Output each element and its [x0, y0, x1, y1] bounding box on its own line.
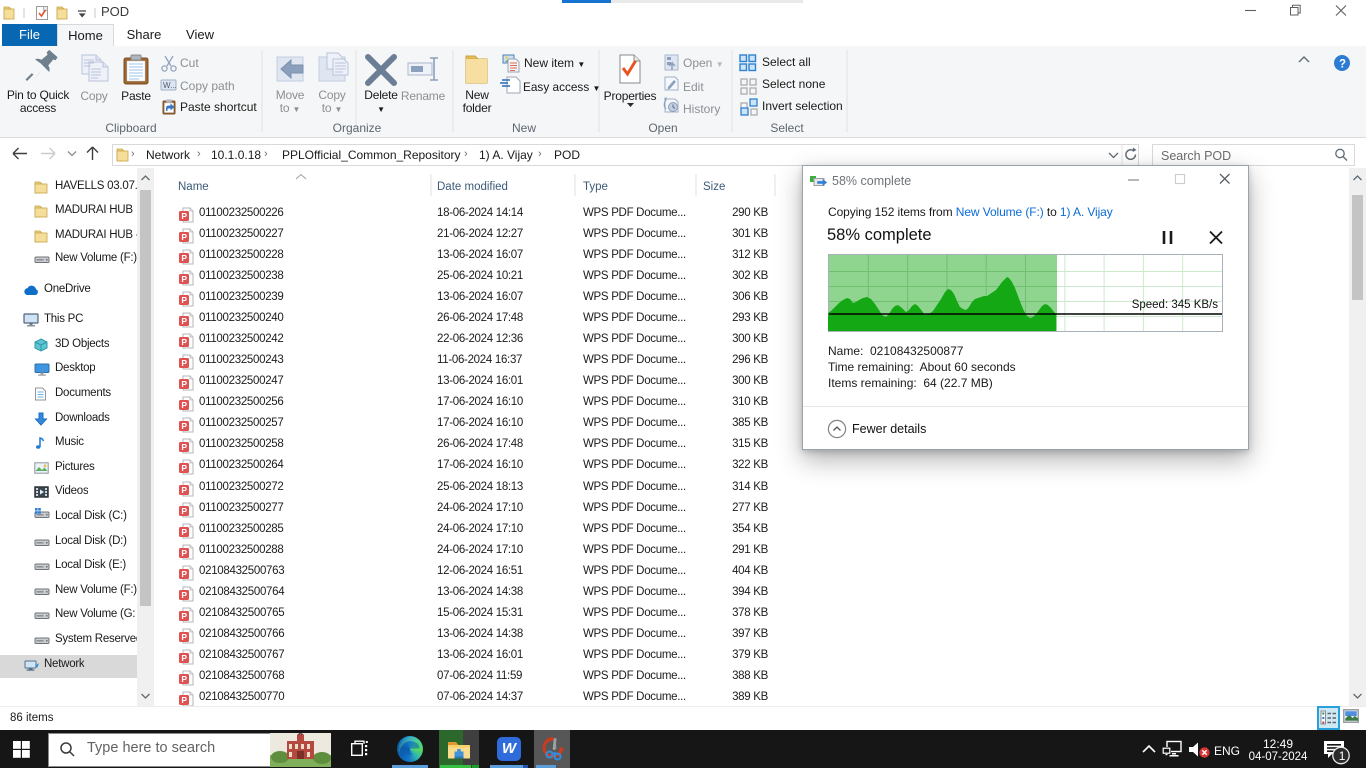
svg-text:1: 1 [1339, 749, 1346, 763]
svg-text:P: P [181, 548, 187, 558]
svg-text:P: P [181, 253, 187, 263]
svg-text:P: P [181, 358, 187, 368]
svg-text:P: P [181, 337, 187, 347]
svg-text:P: P [181, 569, 187, 579]
svg-text:P: P [181, 485, 187, 495]
svg-text:P: P [181, 632, 187, 642]
svg-text:P: P [181, 674, 187, 684]
svg-text:P: P [181, 442, 187, 452]
svg-text:P: P [181, 421, 187, 431]
svg-text:P: P [181, 316, 187, 326]
svg-text:P: P [181, 590, 187, 600]
svg-text:P: P [181, 506, 187, 516]
svg-text:P: P [181, 400, 187, 410]
svg-text:P: P [181, 527, 187, 537]
svg-text:P: P [181, 653, 187, 663]
svg-text:P: P [181, 274, 187, 284]
svg-text:P: P [181, 232, 187, 242]
svg-text:P: P [181, 611, 187, 621]
svg-text:?: ? [1339, 59, 1346, 71]
svg-text:P: P [181, 379, 187, 389]
svg-text:P: P [181, 695, 187, 705]
svg-text:P: P [181, 295, 187, 305]
svg-text:P: P [181, 463, 187, 473]
svg-text:P: P [181, 211, 187, 221]
